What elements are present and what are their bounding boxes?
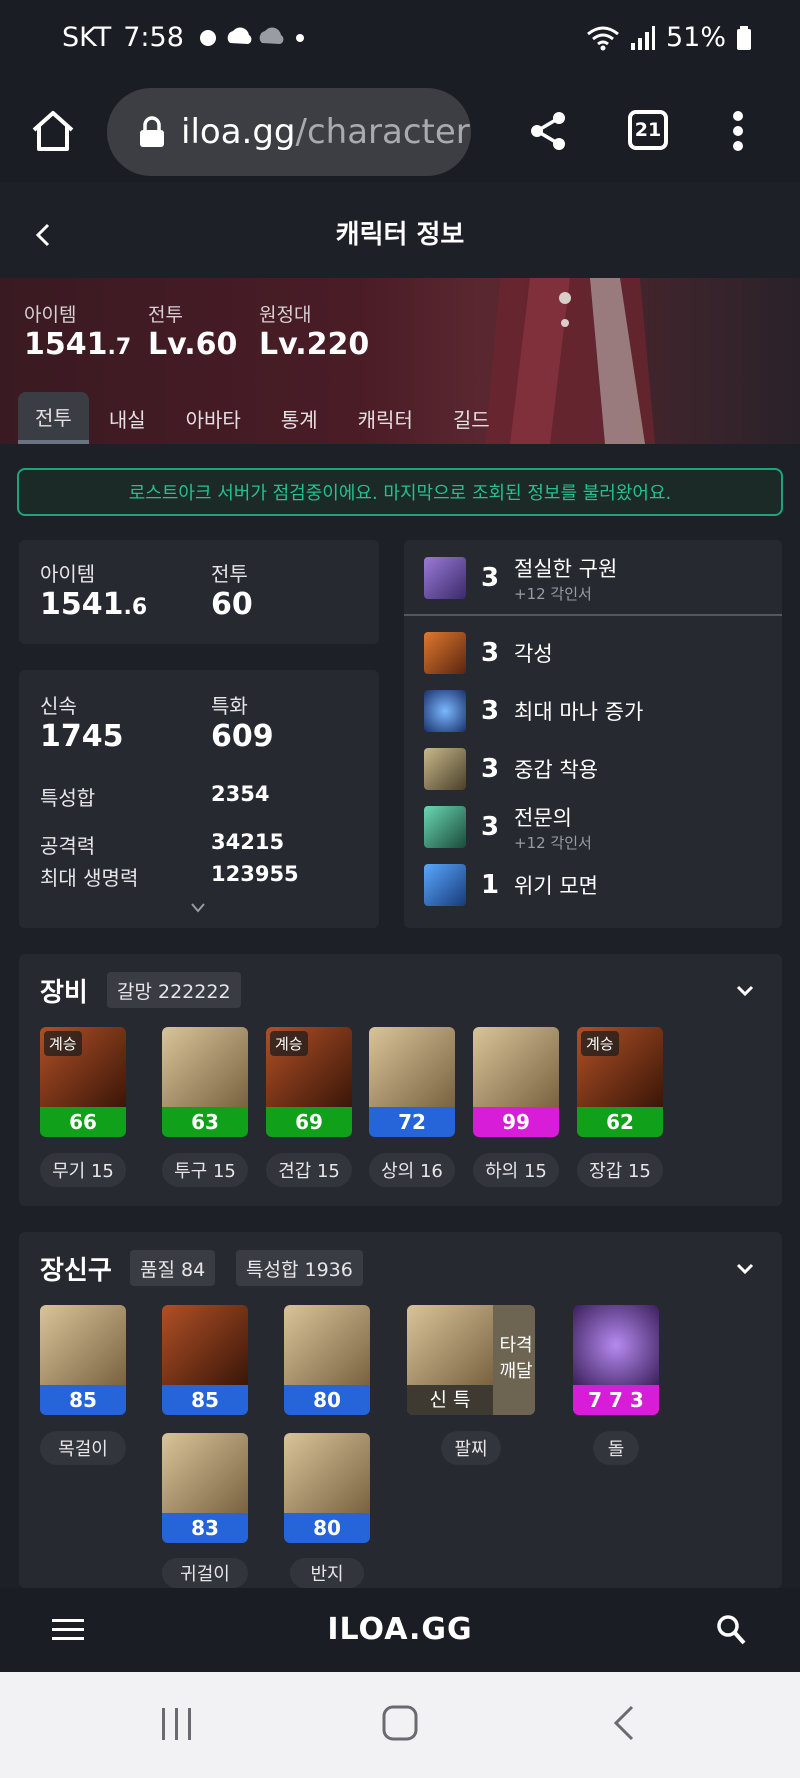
item-quality: 80	[284, 1513, 370, 1543]
item-quality: 83	[162, 1513, 248, 1543]
item-image	[284, 1433, 370, 1513]
item-image	[284, 1305, 370, 1385]
accessory-items: 85 85 80 83 80 신 특 타격 깨달 7 7 3 목걸이 팔찌 돌 …	[0, 0, 800, 1778]
accessory-label: 목걸이	[40, 1431, 126, 1465]
home-button-icon[interactable]	[382, 1704, 418, 1742]
bracelet-item[interactable]: 신 특 타격 깨달	[407, 1305, 535, 1415]
accessory-label: 반지	[290, 1558, 364, 1588]
accessory-label: 팔찌	[441, 1431, 501, 1465]
search-icon[interactable]	[716, 1614, 746, 1646]
item-image	[573, 1305, 659, 1385]
accessory-item[interactable]: 85	[40, 1305, 126, 1415]
bracelet-effect-2: 깨달	[499, 1361, 533, 1382]
item-image	[407, 1305, 493, 1385]
item-image	[162, 1305, 248, 1385]
accessory-label: 귀걸이	[162, 1558, 248, 1588]
item-quality: 80	[284, 1385, 370, 1415]
back-button-icon[interactable]	[612, 1704, 636, 1742]
site-logo[interactable]: ILOA.GG	[0, 1612, 800, 1647]
accessory-label: 돌	[593, 1431, 639, 1465]
bracelet-effect-1: 타격	[499, 1335, 533, 1356]
bracelet-side-text: 타격 깨달	[497, 1333, 535, 1385]
stone-value: 7 7 3	[573, 1385, 659, 1415]
bracelet-effect: 신 특	[407, 1385, 493, 1415]
accessory-item[interactable]: 83	[162, 1433, 248, 1543]
accessory-item[interactable]: 80	[284, 1433, 370, 1543]
recent-apps-icon[interactable]	[160, 1706, 194, 1742]
item-quality: 85	[162, 1385, 248, 1415]
stone-item[interactable]: 7 7 3	[573, 1305, 659, 1415]
item-quality: 85	[40, 1385, 126, 1415]
item-image	[40, 1305, 126, 1385]
item-image	[162, 1433, 248, 1513]
accessory-item[interactable]: 85	[162, 1305, 248, 1415]
accessory-item[interactable]: 80	[284, 1305, 370, 1415]
